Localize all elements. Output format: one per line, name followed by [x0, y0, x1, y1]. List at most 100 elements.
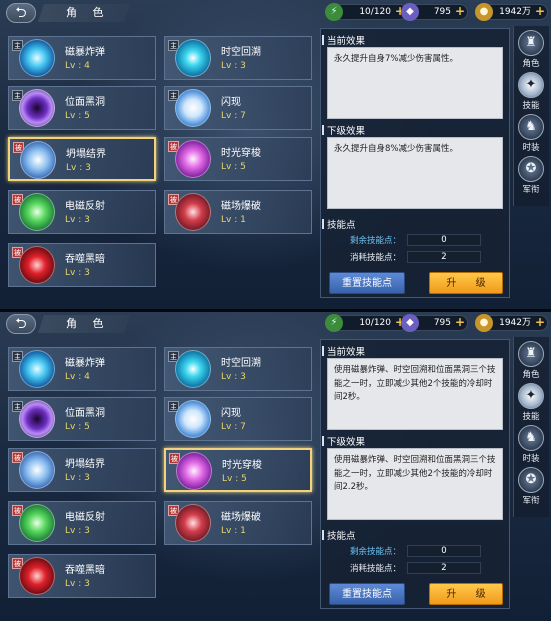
gem-icon: ◆: [401, 3, 419, 21]
screenshot-divider: [0, 309, 551, 312]
skill-card[interactable]: 主 时空回溯 Lv : 3: [164, 347, 312, 391]
top-bar: ⮌ 角 色 ⚡ 10/120 + ◆ 795 + ● 1942万 +: [0, 0, 551, 26]
used-points-label: 消耗技能点：: [349, 253, 401, 263]
skill-level: Lv : 5: [222, 474, 247, 484]
skill-card[interactable]: 主 时空回溯 Lv : 3: [164, 36, 312, 80]
skill-card[interactable]: 主 闪现 Lv : 7: [164, 397, 312, 441]
skill-card[interactable]: 被 坍塌结界 Lv : 3: [8, 448, 156, 492]
next-effect-text: 使用磁暴炸弹、时空回溯和位面黑洞三个技能之一时，立即减少其他2个技能的冷却时间2…: [327, 448, 503, 520]
skill-name: 时光穿梭: [222, 460, 262, 471]
skill-card[interactable]: 主 磁暴炸弹 Lv : 4: [8, 36, 156, 80]
skill-icon: [175, 350, 211, 388]
skill-name: 坍塌结界: [66, 149, 106, 160]
skill-card[interactable]: 被 磁场爆破 Lv : 1: [164, 501, 312, 545]
skill-icon: [176, 452, 212, 490]
skill-name: 磁暴炸弹: [65, 358, 105, 369]
skill-icon: [175, 400, 211, 438]
side-tab-label: 技能: [522, 412, 540, 422]
side-tab-label: 时装: [522, 143, 540, 153]
skill-icon: [175, 39, 211, 77]
upgrade-button[interactable]: 升 级: [429, 272, 503, 294]
add-gems-button[interactable]: +: [455, 4, 465, 18]
side-tab-label: 角色: [522, 59, 540, 69]
screen-panel: ⮌ 角 色 ⚡ 10/120 + ◆ 795 + ● 1942万 + 主 磁暴炸…: [0, 311, 551, 621]
gold-counter: ● 1942万 +: [475, 3, 548, 21]
skill-level: Lv : 1: [221, 215, 246, 225]
skill-card[interactable]: 主 磁暴炸弹 Lv : 4: [8, 347, 156, 391]
rank-icon: ✪: [518, 467, 544, 493]
skill-name: 吞噬黑暗: [65, 565, 105, 576]
skill-card[interactable]: 被 时光穿梭 Lv : 5: [164, 448, 312, 492]
helmet-icon: ♜: [518, 30, 544, 56]
skill-level: Lv : 3: [65, 215, 90, 225]
skill-level: Lv : 7: [221, 422, 246, 432]
add-gold-button[interactable]: +: [535, 315, 545, 329]
skill-card[interactable]: 被 磁场爆破 Lv : 1: [164, 190, 312, 234]
gem-icon: ◆: [401, 314, 419, 332]
energy-icon: ⚡: [325, 314, 343, 332]
gem-value: 795: [433, 318, 451, 328]
back-button[interactable]: ⮌: [6, 3, 36, 23]
current-effect-text: 使用磁暴炸弹、时空回溯和位面黑洞三个技能之一时，立即减少其他2个技能的冷却时间2…: [327, 358, 503, 430]
skill-icon: [19, 350, 55, 388]
upgrade-button[interactable]: 升 级: [429, 583, 503, 605]
next-effect-title: 下级效果: [321, 434, 365, 448]
energy-value: 10/120: [359, 7, 391, 17]
add-gems-button[interactable]: +: [455, 315, 465, 329]
side-tab[interactable]: ✪ 军衔: [515, 467, 547, 517]
used-points-row: 消耗技能点： 2: [327, 562, 503, 575]
side-tab[interactable]: ✪ 军衔: [515, 156, 547, 206]
skill-icon: [175, 89, 211, 127]
remaining-points-row: 剩余技能点： 0: [327, 545, 503, 558]
skill-card[interactable]: 主 位面黑洞 Lv : 5: [8, 86, 156, 130]
skill-level: Lv : 3: [65, 473, 90, 483]
skill-name: 位面黑洞: [65, 97, 105, 108]
skill-icon: [175, 504, 211, 542]
page-title: 角 色: [38, 315, 130, 333]
skill-icon: [19, 193, 55, 231]
skill-card[interactable]: 主 位面黑洞 Lv : 5: [8, 397, 156, 441]
skill-level: Lv : 3: [221, 372, 246, 382]
skill-level: Lv : 5: [65, 111, 90, 121]
skill-icon: [175, 193, 211, 231]
skill-card[interactable]: 被 电磁反射 Lv : 3: [8, 501, 156, 545]
skill-info-panel: 当前效果 使用磁暴炸弹、时空回溯和位面黑洞三个技能之一时，立即减少其他2个技能的…: [320, 339, 510, 609]
reset-skill-points-button[interactable]: 重置技能点: [329, 583, 405, 605]
gem-counter: ◆ 795 +: [401, 3, 468, 21]
remaining-points-label: 剩余技能点：: [349, 236, 401, 246]
skill-icon: [175, 140, 211, 178]
add-gold-button[interactable]: +: [535, 4, 545, 18]
energy-value: 10/120: [359, 318, 391, 328]
remaining-points-value: 0: [407, 545, 481, 557]
skill-card[interactable]: 被 坍塌结界 Lv : 3: [8, 137, 156, 181]
skill-card[interactable]: 被 电磁反射 Lv : 3: [8, 190, 156, 234]
side-tab-label: 角色: [522, 370, 540, 380]
skill-name: 坍塌结界: [65, 459, 105, 470]
side-tab-label: 军衔: [522, 185, 540, 195]
skill-icon: [19, 504, 55, 542]
reset-skill-points-button[interactable]: 重置技能点: [329, 272, 405, 294]
gold-value: 1942万: [499, 318, 531, 328]
gem-counter: ◆ 795 +: [401, 314, 468, 332]
skill-level: Lv : 4: [65, 61, 90, 71]
used-points-label: 消耗技能点：: [349, 564, 401, 574]
skill-card[interactable]: 被 时光穿梭 Lv : 5: [164, 137, 312, 181]
energy-counter: ⚡ 10/120 +: [325, 314, 408, 332]
skill-info-panel: 当前效果 永久提升自身7%减少伤害属性。 下级效果 永久提升自身8%减少伤害属性…: [320, 28, 510, 298]
skill-icon: [19, 39, 55, 77]
next-effect-text: 永久提升自身8%减少伤害属性。: [327, 137, 503, 209]
skill-card[interactable]: 被 吞噬黑暗 Lv : 3: [8, 243, 156, 287]
skill-name: 磁场爆破: [221, 512, 261, 523]
remaining-points-row: 剩余技能点： 0: [327, 234, 503, 247]
skill-card[interactable]: 主 闪现 Lv : 7: [164, 86, 312, 130]
armor-icon: ♞: [518, 114, 544, 140]
energy-counter: ⚡ 10/120 +: [325, 3, 408, 21]
gold-coin-icon: ●: [475, 3, 493, 21]
skill-icon: ✦: [518, 72, 544, 98]
skill-card[interactable]: 被 吞噬黑暗 Lv : 3: [8, 554, 156, 598]
skill-name: 闪现: [221, 408, 241, 419]
helmet-icon: ♜: [518, 341, 544, 367]
back-button[interactable]: ⮌: [6, 314, 36, 334]
current-effect-title: 当前效果: [321, 33, 365, 47]
energy-icon: ⚡: [325, 3, 343, 21]
